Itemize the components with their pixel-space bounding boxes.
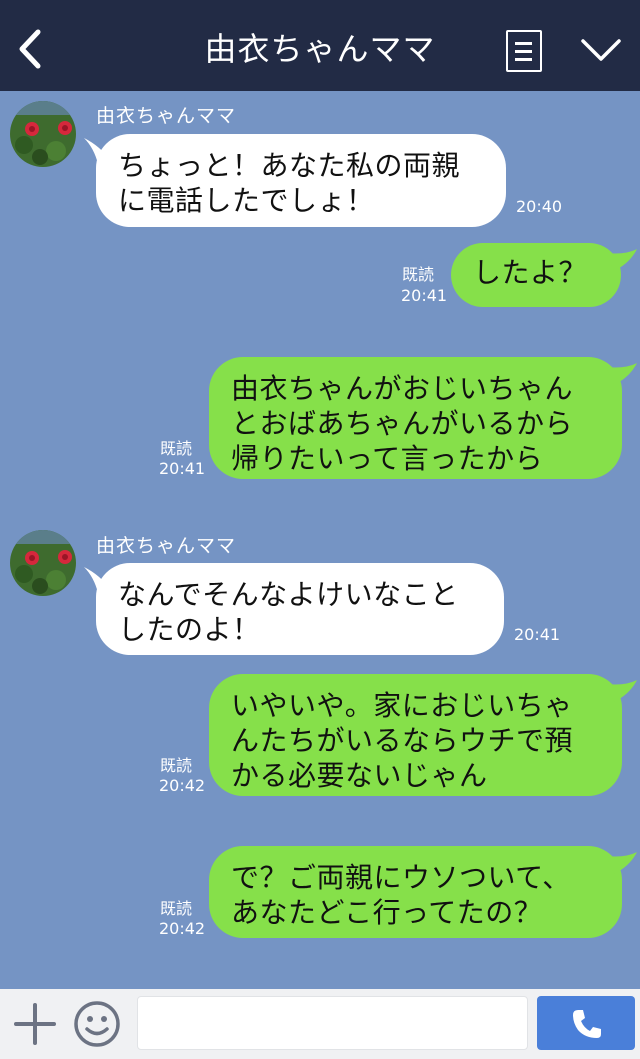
message-input[interactable] bbox=[137, 996, 528, 1050]
message-bubble[interactable]: で？ご両親にウソついて、 あなたどこ行ってたの？ bbox=[209, 846, 622, 938]
avatar[interactable] bbox=[10, 101, 76, 167]
message-bubble[interactable]: 由衣ちゃんがおじいちゃん とおばあちゃんがいるから 帰りたいって言ったから bbox=[209, 357, 622, 479]
chevron-left-icon[interactable] bbox=[10, 26, 50, 72]
bubble-tail bbox=[606, 680, 637, 702]
smiley-icon[interactable] bbox=[73, 1000, 121, 1048]
chat-area[interactable]: 由衣ちゃんママ ちょっと！あなた私の両親 に電話したでしょ！ 20:40 既読 … bbox=[0, 91, 640, 989]
message-time: 20:41 bbox=[401, 286, 448, 305]
bubble-tail bbox=[606, 852, 637, 874]
chat-title: 由衣ちゃんママ bbox=[204, 30, 436, 68]
sender-name: 由衣ちゃんママ bbox=[96, 535, 237, 557]
input-bar bbox=[0, 989, 640, 1059]
phone-icon bbox=[573, 1010, 601, 1038]
chat-header: 由衣ちゃんママ bbox=[0, 0, 640, 91]
message-time: 20:42 bbox=[159, 919, 206, 938]
chevron-down-icon[interactable] bbox=[580, 36, 622, 64]
message-bubble[interactable]: したよ？ bbox=[451, 243, 621, 307]
read-status: 既読 bbox=[160, 899, 193, 918]
sender-name: 由衣ちゃんママ bbox=[96, 105, 237, 127]
message-bubble[interactable]: ちょっと！あなた私の両親 に電話したでしょ！ bbox=[96, 134, 506, 227]
message-time: 20:40 bbox=[516, 197, 563, 216]
message-time: 20:41 bbox=[159, 459, 206, 478]
plus-icon[interactable] bbox=[14, 1003, 56, 1045]
message-bubble[interactable]: いやいや。家におじいちゃ んたちがいるならウチで預 かる必要ないじゃん bbox=[209, 674, 622, 796]
notes-icon[interactable] bbox=[506, 30, 542, 72]
bubble-tail bbox=[606, 363, 637, 385]
bubble-tail bbox=[606, 249, 637, 271]
message-bubble[interactable]: なんでそんなよけいなこと したのよ！ bbox=[96, 563, 504, 655]
read-status: 既読 bbox=[402, 265, 435, 284]
read-status: 既読 bbox=[160, 756, 193, 775]
call-button[interactable] bbox=[537, 996, 635, 1050]
read-status: 既読 bbox=[160, 439, 193, 458]
message-time: 20:42 bbox=[159, 776, 206, 795]
message-time: 20:41 bbox=[514, 625, 561, 644]
avatar[interactable] bbox=[10, 530, 76, 596]
